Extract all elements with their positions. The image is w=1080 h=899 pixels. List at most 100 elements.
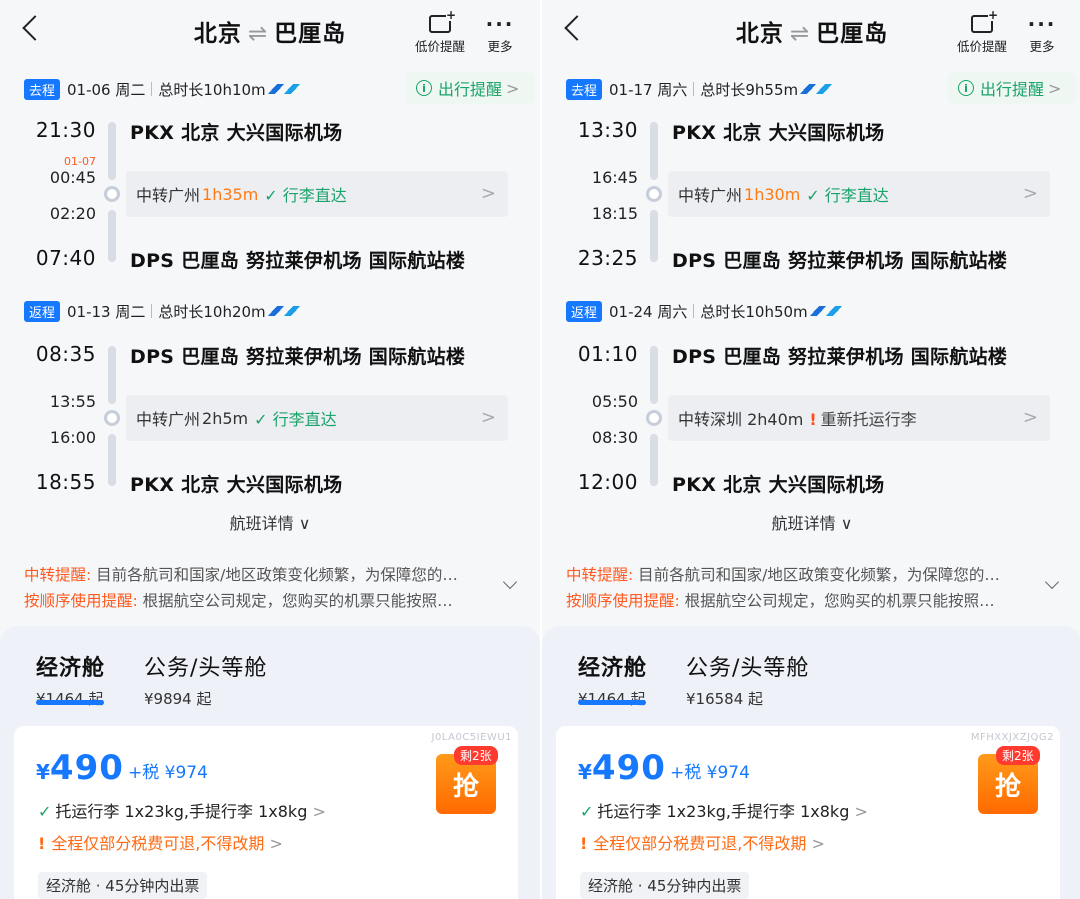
price-alert-label: 低价提醒	[956, 39, 1007, 54]
seats-left-badge: 剩2张	[996, 746, 1040, 765]
refund-text: 全程仅部分税费可退,不得改期	[593, 834, 807, 853]
fare-price: ¥490	[578, 748, 666, 788]
airline-logo-icon	[267, 84, 284, 94]
timeline-segment	[650, 346, 658, 404]
flight-details-toggle[interactable]: 航班详情 ∨	[0, 510, 540, 534]
timeline-segment	[650, 434, 658, 486]
trip-header: 返程 01-24 周六 总时长10h50m	[566, 300, 842, 322]
chevron-right-icon: >	[480, 407, 496, 428]
timeline-segment	[650, 122, 658, 180]
chevron-down-icon[interactable]	[1045, 577, 1059, 591]
origin-city: 北京	[193, 21, 242, 47]
sequence-notice-text: 根据航空公司规定，您购买的机票只能按照…	[679, 592, 995, 610]
header: 北京⇌巴厘岛 低价提醒 ··· 更多	[542, 0, 1080, 64]
fare-card[interactable]: MFHXXJXZJQG2 ¥490 +税 ¥974 ✓ 托运行李 1x23kg,手…	[556, 726, 1060, 899]
tab-economy-price: ¥1464 起	[578, 690, 646, 708]
refund-policy[interactable]: ! 全程仅部分税费可退,不得改期 >	[38, 830, 283, 854]
layover-info[interactable]: 中转深圳 2h40m ! 重新托运行李 >	[668, 395, 1050, 441]
travel-reminder-button[interactable]: i 出行提醒 >	[406, 72, 534, 104]
baggage-allowance[interactable]: ✓ 托运行李 1x23kg,手提行李 1x8kg >	[38, 798, 326, 822]
airline-logo-icon	[283, 84, 300, 94]
travel-reminder-button[interactable]: i 出行提醒 >	[948, 72, 1076, 104]
timeline-segment	[108, 122, 116, 180]
arrival-time: 23:25	[577, 246, 638, 270]
sequence-notice[interactable]: 按顺序使用提醒: 根据航空公司规定，您购买的机票只能按照…	[24, 589, 494, 611]
price-alert-button[interactable]: 低价提醒	[408, 9, 472, 55]
baggage-text: 托运行李 1x23kg,手提行李 1x8kg	[597, 802, 850, 821]
chevron-right-icon: >	[264, 834, 283, 853]
info-icon: i	[416, 80, 432, 96]
fare-price: ¥490	[36, 748, 124, 788]
layover-info[interactable]: 中转广州 1h30m ✓ 行李直达 >	[668, 171, 1050, 217]
next-day-badge: 01-07	[64, 155, 96, 168]
divider	[151, 82, 153, 96]
chevron-down-icon[interactable]	[503, 577, 517, 591]
timeline-segment	[108, 346, 116, 404]
sequence-notice[interactable]: 按顺序使用提醒: 根据航空公司规定，您购买的机票只能按照…	[566, 589, 1036, 611]
header: 北京⇌巴厘岛 低价提醒 ··· 更多	[0, 0, 540, 64]
more-button[interactable]: ··· 更多	[478, 12, 522, 55]
origin-city: 北京	[735, 21, 784, 47]
layover-departure-time: 08:30	[591, 428, 638, 447]
transfer-notice[interactable]: 中转提醒: 目前各航司和国家/地区政策变化频繁，为保障您的…	[566, 563, 1036, 585]
layover-duration: 2h5m	[202, 408, 249, 428]
warning-icon: !	[580, 834, 588, 853]
price-alert-button[interactable]: 低价提醒	[950, 9, 1014, 55]
destination-city: 巴厘岛	[274, 21, 347, 47]
more-label: 更多	[487, 39, 513, 54]
layover-dot	[646, 186, 662, 202]
trip-date: 01-17 周六	[609, 80, 688, 99]
tab-economy-label: 经济舱	[36, 656, 106, 681]
outbound-tag: 去程	[566, 78, 603, 100]
arrival-time: 12:00	[577, 470, 638, 494]
sequence-notice-label: 按顺序使用提醒:	[566, 592, 680, 610]
sequence-notice-label: 按顺序使用提醒:	[24, 592, 138, 610]
chevron-down-icon: ∨	[835, 514, 853, 533]
check-icon: ✓	[38, 802, 52, 821]
tab-business-label: 公务/头等舱	[686, 656, 810, 681]
transfer-notice-label: 中转提醒:	[566, 566, 634, 584]
seats-left-badge: 剩2张	[454, 746, 498, 765]
transfer-notice[interactable]: 中转提醒: 目前各航司和国家/地区政策变化频繁，为保障您的…	[24, 563, 494, 585]
tab-business[interactable]: 公务/头等舱 ¥16584 起	[686, 650, 809, 709]
arrival-airport: PKX 北京 大兴国际机场	[130, 474, 343, 496]
chevron-right-icon: >	[506, 78, 520, 98]
departure-airport: PKX 北京 大兴国际机场	[672, 122, 885, 144]
baggage-allowance[interactable]: ✓ 托运行李 1x23kg,手提行李 1x8kg >	[580, 798, 868, 822]
trip-header: 去程 01-17 周六 总时长9h55m	[566, 78, 832, 100]
tab-business[interactable]: 公务/头等舱 ¥9894 起	[144, 650, 267, 709]
departure-time: 13:30	[577, 118, 638, 142]
transfer-notice-label: 中转提醒:	[24, 566, 92, 584]
flight-details-label: 航班详情	[229, 514, 294, 533]
layover-info[interactable]: 中转广州 1h35m ✓ 行李直达 >	[126, 171, 508, 217]
arrival-airport: PKX 北京 大兴国际机场	[672, 474, 885, 496]
tab-business-price: ¥16584 起	[686, 690, 764, 708]
departure-airport: PKX 北京 大兴国际机场	[130, 122, 343, 144]
more-button[interactable]: ··· 更多	[1020, 12, 1064, 55]
cabin-section: 经济舱 ¥1464 起 公务/头等舱 ¥9894 起 J0LA0C5IEWU1 …	[0, 626, 540, 899]
chevron-right-icon: >	[307, 802, 326, 821]
return-tag: 返程	[24, 300, 61, 322]
chevron-right-icon: >	[849, 802, 868, 821]
ticketing-chip: 经济舱 · 45分钟内出票	[38, 872, 208, 899]
fare-code: MFHXXJXZJQG2	[970, 732, 1054, 743]
layover-departure-time: 02:20	[49, 204, 96, 223]
active-tab-indicator	[36, 700, 104, 705]
timeline-segment	[650, 210, 658, 262]
trip-header: 去程 01-06 周二 总时长10h10m	[24, 78, 300, 100]
airline-logo-icon	[267, 306, 284, 316]
fare-code: J0LA0C5IEWU1	[431, 732, 512, 743]
flight-details-toggle[interactable]: 航班详情 ∨	[542, 510, 1080, 534]
cabin-section: 经济舱 ¥1464 起 公务/头等舱 ¥16584 起 MFHXXJXZJQG2…	[542, 626, 1080, 899]
fare-card[interactable]: J0LA0C5IEWU1 ¥490 +税 ¥974 ✓ 托运行李 1x23kg,手…	[14, 726, 518, 899]
baggage-through-note: ✓ 行李直达	[806, 186, 889, 205]
trip-duration: 总时长10h10m	[158, 80, 266, 99]
chevron-right-icon: >	[806, 834, 825, 853]
refund-policy[interactable]: ! 全程仅部分税费可退,不得改期 >	[580, 830, 825, 854]
layover-info[interactable]: 中转广州 2h5m ✓ 行李直达 >	[126, 395, 508, 441]
book-button-label: 抢	[994, 771, 1021, 802]
ticketing-chip: 经济舱 · 45分钟内出票	[580, 872, 750, 899]
layover-city: 中转广州	[136, 186, 201, 205]
baggage-through-note: ✓ 行李直达	[264, 186, 347, 205]
departure-time: 08:35	[35, 342, 96, 366]
